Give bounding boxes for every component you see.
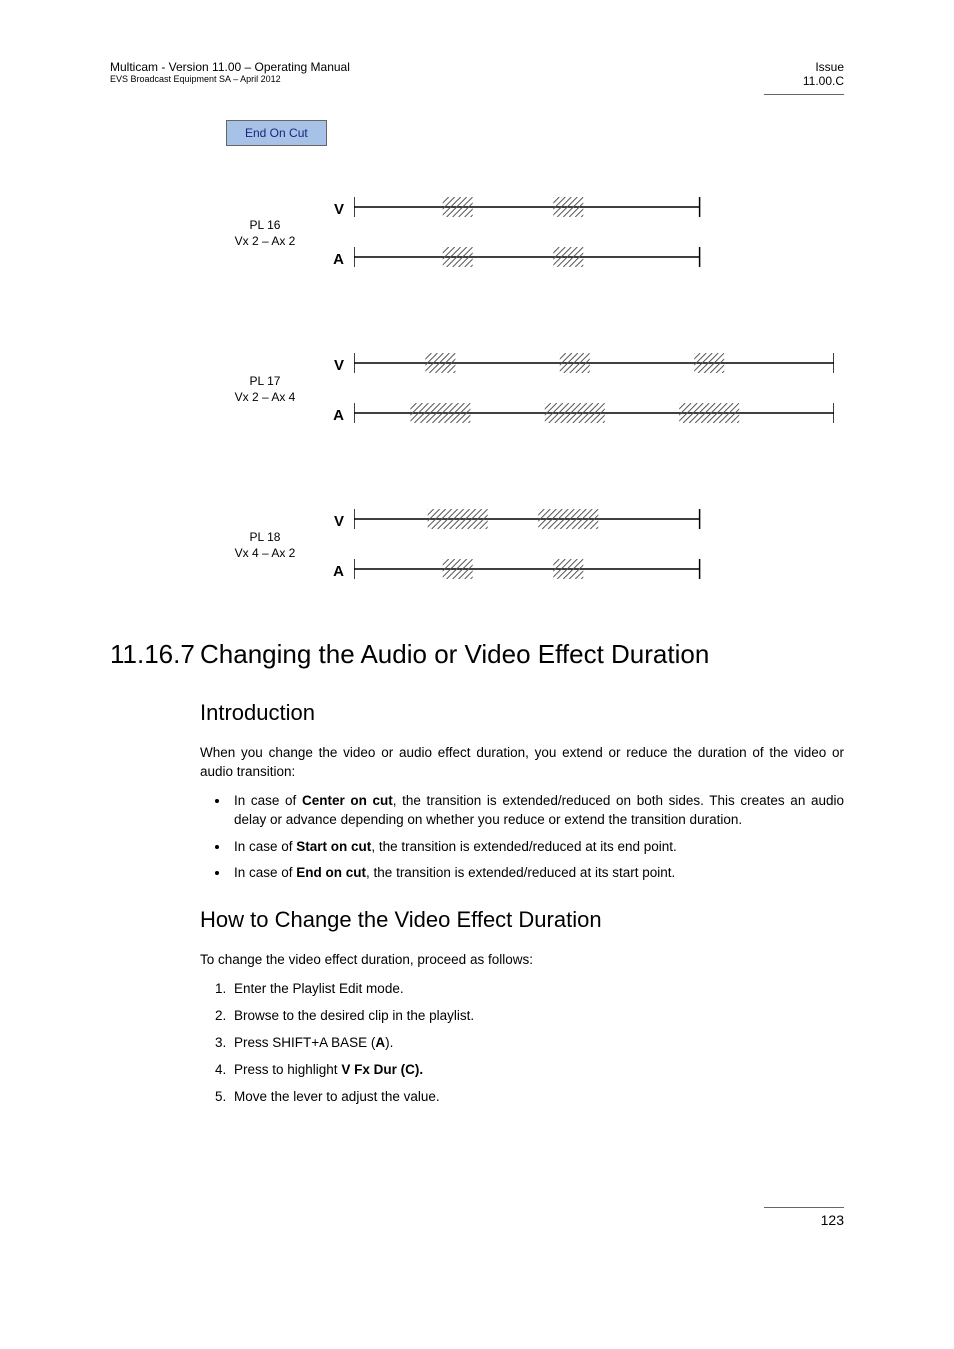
intro-heading: Introduction xyxy=(200,700,844,726)
section-number: 11.16.7 xyxy=(110,639,200,670)
header-subtitle: EVS Broadcast Equipment SA – April 2012 xyxy=(110,74,350,84)
track-v-label: V xyxy=(320,201,344,218)
pl-group-2: PL 17Vx 2 – Ax 4 V A xyxy=(210,327,844,453)
pl-group-1: PL 16Vx 2 – Ax 2 V A xyxy=(210,171,844,297)
intro-para: When you change the video or audio effec… xyxy=(200,744,844,782)
track-a-label: A xyxy=(320,563,344,580)
section-title: Changing the Audio or Video Effect Durat… xyxy=(200,639,709,669)
section-heading: 11.16.7Changing the Audio or Video Effec… xyxy=(110,639,844,670)
howto-step-5: Move the lever to adjust the value. xyxy=(230,1088,844,1107)
track-v-timeline xyxy=(354,353,844,377)
page-header: Multicam - Version 11.00 – Operating Man… xyxy=(110,60,844,88)
track-v-label: V xyxy=(320,513,344,530)
track-a-label: A xyxy=(320,407,344,424)
track-a-label: A xyxy=(320,251,344,268)
track-v-label: V xyxy=(320,357,344,374)
header-title: Multicam - Version 11.00 – Operating Man… xyxy=(110,60,350,74)
howto-step-3: Press SHIFT+A BASE (A). xyxy=(230,1034,844,1053)
pl-label: PL 17Vx 2 – Ax 4 xyxy=(210,374,320,405)
intro-bullet-3: In case of End on cut, the transition is… xyxy=(230,864,844,883)
end-on-cut-label: End On Cut xyxy=(226,120,327,146)
howto-step-2: Browse to the desired clip in the playli… xyxy=(230,1007,844,1026)
timing-diagram: End On Cut PL 16Vx 2 – Ax 2 V A PL 17Vx … xyxy=(210,120,844,609)
intro-bullet-1: In case of Center on cut, the transition… xyxy=(230,792,844,830)
howto-heading: How to Change the Video Effect Duration xyxy=(200,907,844,933)
howto-step-4: Press to highlight V Fx Dur (C). xyxy=(230,1061,844,1080)
howto-para: To change the video effect duration, pro… xyxy=(200,951,844,970)
track-a-timeline xyxy=(354,403,844,427)
pl-label: PL 16Vx 2 – Ax 2 xyxy=(210,218,320,249)
track-a-timeline xyxy=(354,247,844,271)
track-a-timeline xyxy=(354,559,844,583)
track-v-timeline xyxy=(354,509,844,533)
header-issue-label: Issue xyxy=(803,60,844,74)
pl-label: PL 18Vx 4 – Ax 2 xyxy=(210,530,320,561)
intro-bullet-2: In case of Start on cut, the transition … xyxy=(230,838,844,857)
howto-step-1: Enter the Playlist Edit mode. xyxy=(230,980,844,999)
track-v-timeline xyxy=(354,197,844,221)
header-issue-value: 11.00.C xyxy=(803,74,844,88)
header-rule xyxy=(764,94,844,95)
page-number: 123 xyxy=(764,1207,844,1228)
pl-group-3: PL 18Vx 4 – Ax 2 V A xyxy=(210,483,844,609)
